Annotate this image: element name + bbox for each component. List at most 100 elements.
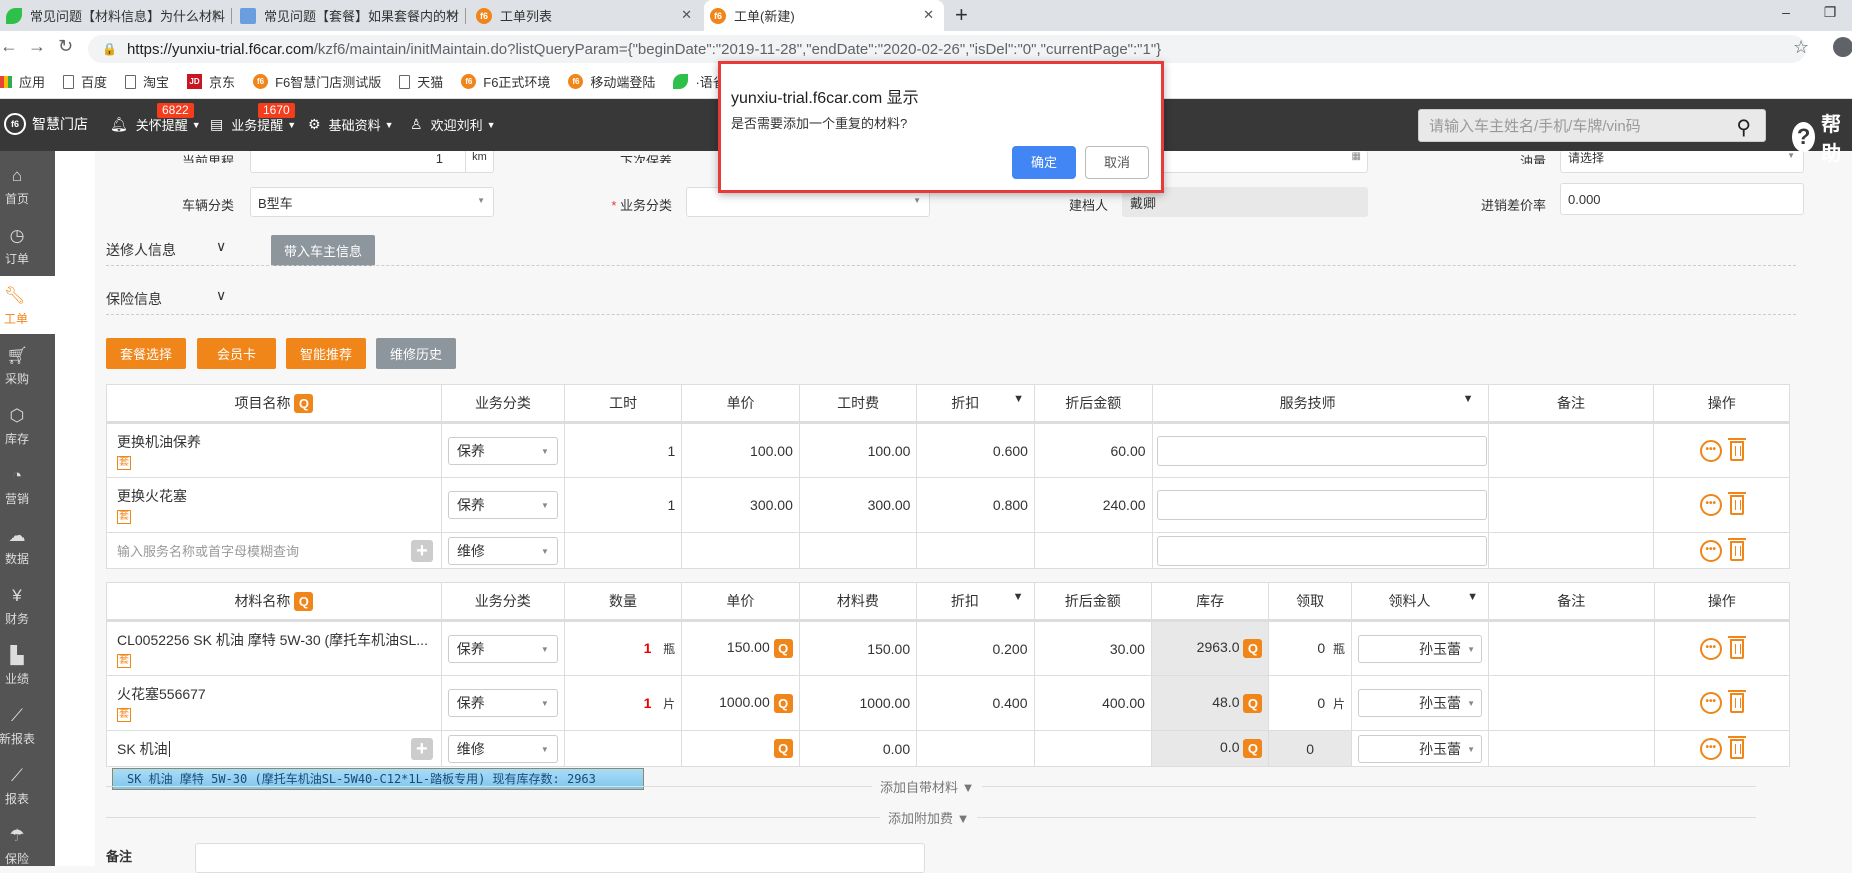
sidebar-item-performance[interactable]: ▙ 业绩 [0,646,34,687]
browser-tab-4-active[interactable]: f6 工单(新建) ✕ [704,0,944,31]
search-icon[interactable]: Q [773,739,793,758]
dropdown-triangle-icon[interactable]: ▼ [1013,393,1024,405]
picker-select[interactable]: 孙玉蕾 ▼ [1357,634,1482,663]
trash-icon[interactable] [1727,537,1746,561]
minimize-button[interactable]: – [1764,0,1808,31]
sidebar-item-reports[interactable]: ⟋ 报表 [0,766,34,807]
repair-history-button[interactable]: 维修历史 [376,338,456,369]
price-input[interactable]: 150.00 [727,639,770,655]
remarks-cell[interactable] [1487,675,1655,731]
insurance-info-section[interactable]: 保险信息 [106,289,162,309]
close-tab-icon[interactable]: ✕ [681,7,692,23]
col-discount[interactable]: 折扣 ▼ [916,582,1035,622]
more-icon[interactable]: ••• [1699,692,1722,714]
search-icon[interactable]: Q [1243,639,1263,658]
dropdown-triangle-icon[interactable]: ▼ [1463,393,1474,405]
mileage-input[interactable]: 1 km [250,151,494,173]
category-select[interactable]: 维修 ▼ [447,734,558,763]
browser-tab-1[interactable]: 常见问题【材料信息】为什么材料 ✕ [0,0,232,31]
reload-icon[interactable]: ↻ [58,36,73,57]
trash-icon[interactable] [1727,635,1746,659]
search-icon[interactable]: Q [1243,739,1263,758]
sidebar-item-new-reports[interactable]: ⟋ 新报表 [0,706,38,747]
confirm-cancel-button[interactable]: 取消 [1085,146,1149,179]
search-icon[interactable]: ⚲ [1736,115,1751,140]
add-extra-fee-link[interactable]: 添加附加费 ▼ [880,808,978,827]
forward-icon[interactable]: → [28,36,46,57]
discount-cell[interactable]: 0.200 [916,620,1035,676]
package-select-button[interactable]: 套餐选择 [106,338,186,369]
remarks-cell[interactable] [1487,477,1655,533]
nav-business-reminder[interactable]: ▤ 业务提醒 ▼ [210,115,296,134]
search-icon[interactable]: Q [294,394,314,414]
quantity-input[interactable]: 1 [644,695,652,711]
nav-care-reminder[interactable]: 🔔︎ 关怀提醒 ▼ [110,115,201,134]
col-picker[interactable]: 领料人 ▼ [1350,582,1489,622]
add-icon[interactable]: + [410,738,433,760]
more-icon[interactable]: ••• [1699,494,1722,516]
dropdown-triangle-icon[interactable]: ▼ [1013,591,1024,603]
discount-cell[interactable]: 0.400 [916,675,1035,731]
close-tab-icon[interactable]: ✕ [211,7,222,23]
new-tab-button[interactable]: + [955,2,968,28]
picker-select[interactable]: 孙玉蕾 ▼ [1357,734,1482,763]
category-select[interactable]: 保养 ▼ [447,689,558,717]
category-select[interactable]: 保养 ▼ [447,436,558,465]
trash-icon[interactable] [1727,735,1746,759]
vehicle-class-select[interactable]: B型车 ▼ [250,187,494,217]
category-select[interactable]: 保养 ▼ [447,634,558,663]
bookmark-tmall[interactable]: 天猫 [399,72,443,91]
add-own-material-link[interactable]: 添加自带材料 ▼ [872,777,983,796]
bookmark-baidu[interactable]: 百度 [63,72,107,91]
material-search-input[interactable]: SK 机油 [117,741,168,757]
oil-select[interactable]: 请选择 ▼ [1560,151,1804,173]
sidebar-item-purchase[interactable]: 🛒︎ 采购 [0,346,34,387]
discount-cell[interactable]: 0.600 [916,422,1035,478]
sidebar-item-finance[interactable]: ¥ 财务 [0,586,34,627]
smart-recommend-button[interactable]: 智能推荐 [286,338,366,369]
trash-icon[interactable] [1727,437,1746,461]
confirm-ok-button[interactable]: 确定 [1012,146,1076,179]
search-icon[interactable]: Q [773,639,793,658]
search-icon[interactable]: Q [1243,693,1263,713]
category-select[interactable]: 维修 ▼ [447,536,558,565]
sidebar-item-inventory[interactable]: ⬡ 库存 [0,406,34,447]
sidebar-item-insurance[interactable]: ☂︎ 保险 [0,826,34,867]
sidebar-item-data[interactable]: ☁︎ 数据 [0,526,34,567]
close-tab-icon[interactable]: ✕ [445,7,456,23]
sidebar-item-home[interactable]: ⌂ 首页 [0,166,34,207]
remarks-cell[interactable] [1487,620,1655,676]
chevron-down-icon[interactable]: ∨ [216,238,226,255]
quantity-input[interactable]: 1 [644,640,652,656]
add-icon[interactable]: + [410,540,433,562]
discount-cell[interactable]: 0.800 [916,477,1035,533]
sidebar-item-marketing[interactable]: ◔ 营销 [0,466,34,507]
owner-search-input[interactable]: 请输入车主姓名/手机/车牌/vin码 ⚲ [1418,109,1766,142]
chevron-down-icon[interactable]: ∨ [216,287,226,304]
hours-cell[interactable]: 1 [563,422,683,478]
category-select[interactable]: 保养 ▼ [447,491,558,519]
bookmark-f6-prod[interactable]: f6 F6正式环境 [461,72,550,91]
sidebar-item-workorder[interactable]: 🔧︎ 工单 [0,276,55,334]
technician-input[interactable] [1156,435,1487,466]
bookmark-mobile-login[interactable]: f6 移动端登陆 [568,72,655,91]
search-icon[interactable]: Q [294,592,314,612]
member-card-button[interactable]: 会员卡 [197,338,276,369]
restore-button[interactable]: ❐ [1808,0,1852,31]
bookmark-jd[interactable]: JD 京东 [187,72,235,91]
col-discount[interactable]: 折扣 ▼ [916,384,1035,424]
nav-basic-data[interactable]: ⚙ 基础资料 ▼ [308,115,394,134]
col-technician[interactable]: 服务技师 ▼ [1151,384,1489,424]
sidebar-item-orders[interactable]: ◷ 订单 [0,226,34,267]
hours-cell[interactable]: 1 [563,477,683,533]
margin-rate-input[interactable]: 0.000 [1560,183,1804,215]
browser-tab-2[interactable]: 常见问题【套餐】如果套餐内的材 ✕ [234,0,466,31]
trash-icon[interactable] [1727,690,1746,713]
technician-input[interactable] [1156,490,1487,520]
app-logo[interactable]: f6 智慧门店 [4,113,88,135]
bring-owner-info-button[interactable]: 带入车主信息 [271,235,375,266]
remarks-cell[interactable] [1487,422,1655,478]
price-input[interactable]: 1000.00 [719,694,770,710]
more-icon[interactable]: ••• [1699,539,1722,562]
remarks-textarea[interactable] [195,843,925,873]
